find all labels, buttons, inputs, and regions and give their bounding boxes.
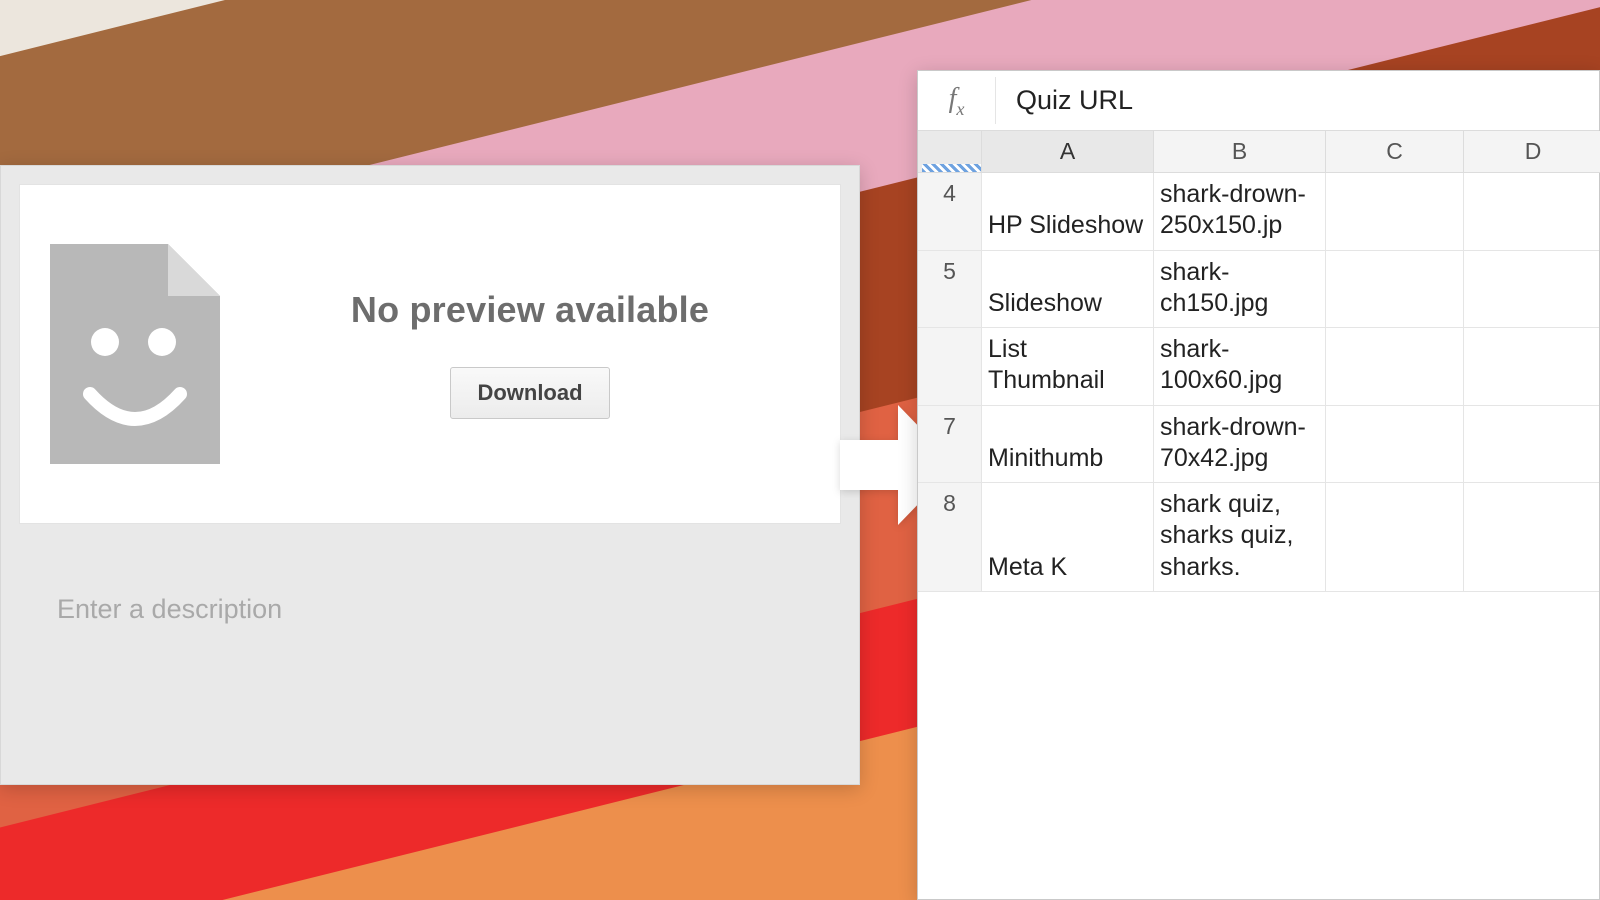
- row-header[interactable]: 4: [918, 173, 982, 251]
- formula-bar: fx Quiz URL: [918, 71, 1599, 131]
- table-row: 8 Meta K shark quiz, sharks quiz, sharks…: [918, 483, 1599, 592]
- no-preview-label: No preview available: [351, 289, 709, 331]
- cell[interactable]: [1326, 406, 1464, 484]
- table-row: 4 HP Slideshow shark-drown-250x150.jp: [918, 173, 1599, 251]
- row-header[interactable]: 5: [918, 251, 982, 329]
- fx-icon: fx: [918, 77, 996, 125]
- cell[interactable]: [1464, 251, 1599, 329]
- row-header[interactable]: 7: [918, 406, 982, 484]
- cell[interactable]: Minithumb: [982, 406, 1154, 484]
- column-header-c[interactable]: C: [1326, 131, 1464, 173]
- cell[interactable]: shark-100x60.jpg: [1154, 328, 1326, 406]
- spreadsheet-grid: 4 HP Slideshow shark-drown-250x150.jp 5 …: [918, 173, 1599, 899]
- row-header[interactable]: [918, 328, 982, 406]
- cell[interactable]: shark quiz, sharks quiz, sharks.: [1154, 483, 1326, 592]
- column-header-b[interactable]: B: [1154, 131, 1326, 173]
- cell[interactable]: shark-ch150.jpg: [1154, 251, 1326, 329]
- column-header-d[interactable]: D: [1464, 131, 1600, 173]
- download-button[interactable]: Download: [450, 367, 609, 419]
- file-smiley-icon: [50, 244, 220, 464]
- column-headers: A B C D: [918, 131, 1599, 173]
- cell[interactable]: [1464, 483, 1599, 592]
- cell[interactable]: shark-drown-250x150.jp: [1154, 173, 1326, 251]
- row-header[interactable]: 8: [918, 483, 982, 592]
- cell[interactable]: [1464, 173, 1599, 251]
- cell[interactable]: [1464, 406, 1599, 484]
- cell[interactable]: HP Slideshow: [982, 173, 1154, 251]
- table-row: 7 Minithumb shark-drown-70x42.jpg: [918, 406, 1599, 484]
- cell[interactable]: [1326, 173, 1464, 251]
- cell[interactable]: Slideshow: [982, 251, 1154, 329]
- cell[interactable]: [1326, 328, 1464, 406]
- spreadsheet: fx Quiz URL A B C D 4 HP Slideshow shark…: [917, 70, 1600, 900]
- description-input[interactable]: Enter a description: [19, 594, 841, 625]
- cell[interactable]: [1464, 328, 1599, 406]
- cell[interactable]: shark-drown-70x42.jpg: [1154, 406, 1326, 484]
- select-all-corner[interactable]: [918, 131, 982, 173]
- preview-inner: No preview available Download: [19, 184, 841, 524]
- preview-text-area: No preview available Download: [270, 289, 820, 419]
- formula-value[interactable]: Quiz URL: [996, 85, 1133, 116]
- table-row: 5 Slideshow shark-ch150.jpg: [918, 251, 1599, 329]
- cell[interactable]: List Thumbnail: [982, 328, 1154, 406]
- cell[interactable]: [1326, 251, 1464, 329]
- table-row: List Thumbnail shark-100x60.jpg: [918, 328, 1599, 406]
- cell[interactable]: Meta K: [982, 483, 1154, 592]
- preview-card: No preview available Download Enter a de…: [0, 165, 860, 785]
- cell[interactable]: [1326, 483, 1464, 592]
- column-header-a[interactable]: A: [982, 131, 1154, 173]
